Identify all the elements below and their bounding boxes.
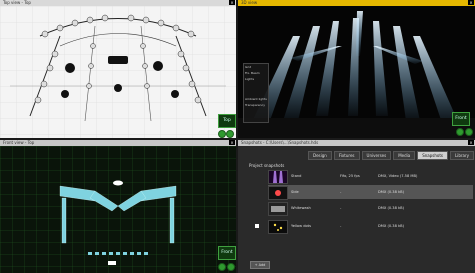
transparency-label: Transparency bbox=[245, 103, 266, 107]
close-icon[interactable]: × bbox=[229, 0, 235, 5]
view-front-button[interactable]: Front bbox=[218, 246, 236, 260]
tab-fixtures[interactable]: Fixtures bbox=[333, 151, 360, 160]
lights-label: Lights bbox=[245, 77, 255, 81]
zoom-icon[interactable] bbox=[218, 263, 226, 271]
top-view-pane[interactable]: Top view - Top × Top bbox=[0, 0, 236, 138]
tab-bar: Design Fixtures Universes Media Snapshot… bbox=[308, 151, 475, 160]
snapshots-header: Project snapshots bbox=[249, 163, 285, 168]
snapshot-size: DMX (0.38 kB) bbox=[378, 206, 404, 210]
tab-media[interactable]: Media bbox=[393, 151, 416, 160]
snapshot-size: DMX, Video (7.58 MB) bbox=[378, 174, 418, 178]
checkbox-icon[interactable] bbox=[255, 224, 259, 228]
snapshot-row[interactable]: Side - DMX (0.38 kB) bbox=[268, 185, 473, 200]
add-snapshot-button[interactable]: + Add bbox=[250, 261, 270, 269]
close-icon[interactable]: × bbox=[468, 140, 474, 145]
snapshot-name: Yellow dots bbox=[291, 224, 311, 228]
rotate-icon[interactable] bbox=[465, 128, 473, 136]
snapshot-info: - bbox=[340, 190, 342, 194]
front-view-canvas[interactable] bbox=[0, 146, 236, 273]
snapshot-info: - bbox=[340, 206, 342, 210]
3d-view-pane[interactable]: 3D view × Grid Fix. Beam Lights Ambient … bbox=[238, 0, 475, 138]
snapshot-thumbnail bbox=[268, 220, 288, 234]
zoom-icon[interactable] bbox=[218, 130, 226, 138]
snapshot-row[interactable]: Yellow dots - DMX (0.38 kB) bbox=[255, 219, 473, 234]
zoom-icon[interactable] bbox=[456, 128, 464, 136]
snapshot-thumbnail bbox=[268, 202, 288, 216]
snapshot-thumbnail bbox=[268, 170, 288, 184]
view-top-button[interactable]: Top bbox=[218, 114, 236, 128]
snapshot-thumbnail bbox=[268, 186, 288, 200]
snapshot-name: Whitewash bbox=[291, 206, 311, 210]
snapshots-titlebar: Snapshots - C:\Users\...\Snapshots.hds bbox=[238, 140, 475, 146]
snapshot-row[interactable]: Whitewash - DMX (0.38 kB) bbox=[268, 201, 473, 216]
snapshot-size: DMX (0.38 kB) bbox=[378, 190, 404, 194]
snapshot-row[interactable]: Stand Fifo, 25 fps DMX, Video (7.58 MB) bbox=[268, 169, 473, 184]
tab-snapshots[interactable]: Snapshots bbox=[417, 151, 449, 160]
tab-universes[interactable]: Universes bbox=[361, 151, 392, 160]
snapshot-size: DMX (0.38 kB) bbox=[378, 224, 404, 228]
front-view-pane[interactable]: Front view - Top × Front bbox=[0, 140, 236, 273]
3d-settings-panel[interactable]: Grid Fix. Beam Lights Ambient lights Tra… bbox=[243, 63, 269, 123]
tab-library[interactable]: Library bbox=[450, 151, 475, 160]
close-icon[interactable]: × bbox=[468, 0, 474, 5]
snapshots-pane[interactable]: Snapshots - C:\Users\...\Snapshots.hds ×… bbox=[238, 140, 475, 273]
top-view-canvas[interactable] bbox=[0, 6, 236, 138]
close-icon[interactable]: × bbox=[229, 140, 235, 145]
3d-view-canvas[interactable] bbox=[238, 6, 475, 138]
view-front-button[interactable]: Front bbox=[452, 112, 470, 126]
rotate-icon[interactable] bbox=[226, 130, 234, 138]
rotate-icon[interactable] bbox=[227, 263, 235, 271]
snapshot-name: Stand bbox=[291, 174, 302, 178]
tab-design[interactable]: Design bbox=[308, 151, 332, 160]
snapshot-info: - bbox=[340, 224, 342, 228]
snapshot-info: Fifo, 25 fps bbox=[340, 174, 360, 178]
snapshot-name: Side bbox=[291, 190, 299, 194]
